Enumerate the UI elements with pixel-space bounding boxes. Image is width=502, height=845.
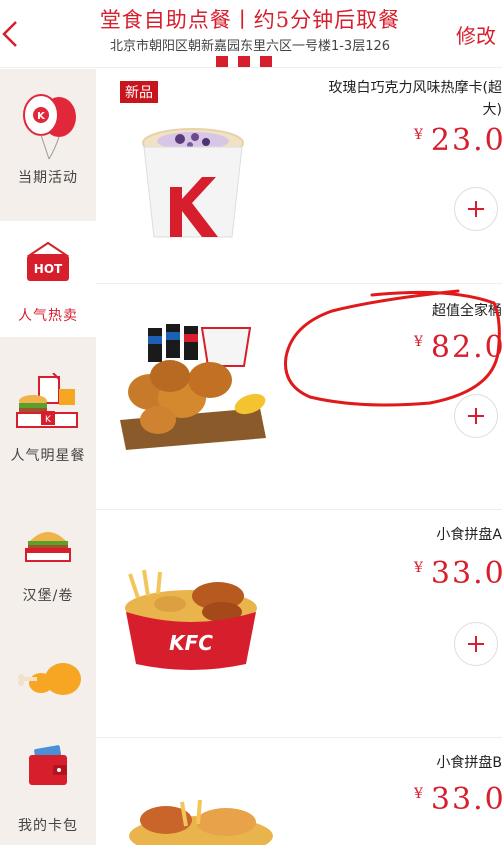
family-bucket-image — [110, 320, 274, 456]
svg-text:HOT: HOT — [34, 262, 63, 276]
hand-drawn-circle-annotation — [284, 289, 501, 407]
svg-text:KFC: KFC — [169, 631, 213, 655]
new-badge: 新品 — [120, 81, 158, 103]
plus-icon — [468, 636, 484, 652]
back-arrow-icon — [2, 21, 17, 47]
sidebar-item-chicken[interactable] — [0, 629, 96, 739]
back-button[interactable] — [0, 18, 22, 50]
page-title: 堂食自助点餐丨约5分钟后取餐 — [99, 8, 401, 32]
modify-button[interactable]: 修改 — [456, 20, 496, 49]
sidebar-item-label: 当期活动 — [18, 170, 78, 186]
sidebar-item-label: 人气热卖 — [18, 308, 78, 324]
product-item-snack-platter-b[interactable]: 小食拼盘B ¥33.0 — [96, 738, 502, 845]
product-item-mocha[interactable]: 新品 玫瑰白巧克力风味热摩卡(超 大) ¥23.0 — [96, 69, 502, 284]
meal-set-icon: K — [0, 373, 96, 429]
sidebar-item-label: 汉堡/卷 — [22, 588, 74, 604]
sidebar-item-star-meals[interactable]: K 人气明星餐 — [0, 337, 96, 479]
add-to-cart-button[interactable] — [454, 187, 498, 231]
sidebar-item-card-wallet[interactable]: 我的卡包 — [0, 739, 96, 845]
sidebar-item-hot-sale[interactable]: HOT 人气热卖 — [0, 221, 96, 337]
sidebar-item-activities[interactable]: K 当期活动 — [0, 69, 96, 221]
snack-platter-a-image: KFC — [122, 568, 260, 676]
product-list: 新品 玫瑰白巧克力风味热摩卡(超 大) ¥23.0 超值全家桶 ¥82.0 小食… — [96, 69, 502, 845]
product-item-snack-platter-a[interactable]: 小食拼盘A ¥33.0 KFC — [96, 510, 502, 738]
product-price: ¥33.0 — [414, 556, 502, 591]
product-price: ¥23.0 — [414, 123, 502, 158]
sidebar-item-label: 我的卡包 — [18, 818, 78, 834]
wallet-icon — [0, 745, 96, 789]
add-to-cart-button[interactable] — [454, 622, 498, 666]
chicken-leg-icon — [0, 657, 96, 701]
svg-text:K: K — [37, 111, 46, 122]
burger-icon — [0, 523, 96, 563]
product-name: 小食拼盘B — [436, 755, 502, 771]
product-name: 小食拼盘A — [436, 527, 502, 543]
header-stripes — [216, 56, 272, 67]
plus-icon — [468, 201, 484, 217]
sidebar-item-label: 人气明星餐 — [10, 448, 86, 464]
hot-basket-icon: HOT — [0, 241, 96, 285]
top-header: 堂食自助点餐丨约5分钟后取餐 北京市朝阳区朝新嘉园东里六区一号楼1-3层126 … — [0, 0, 502, 68]
product-price: ¥33.0 — [414, 782, 502, 817]
balloon-icon: K — [0, 91, 96, 161]
product-name: 玫瑰白巧克力风味热摩卡(超 大) — [328, 80, 502, 118]
category-sidebar: K 当期活动 HOT 人气热卖 K 人气明星餐 汉堡/卷 我的卡包 — [0, 69, 96, 845]
snack-platter-b-image — [126, 796, 276, 845]
mocha-cup-image — [140, 127, 246, 245]
store-address: 北京市朝阳区朝新嘉园东里六区一号楼1-3层126 — [109, 39, 391, 54]
sidebar-item-burgers[interactable]: 汉堡/卷 — [0, 479, 96, 629]
